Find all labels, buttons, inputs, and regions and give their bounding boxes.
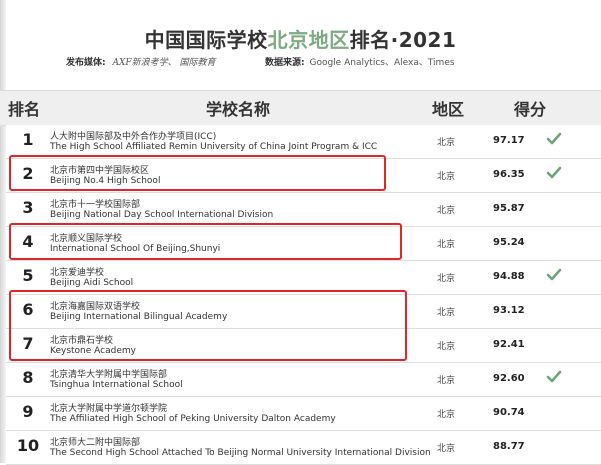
score-cell: 95.87 [493, 203, 525, 214]
highlight-box-rank-2 [9, 155, 386, 191]
title-suffix: 排名·2021 [349, 28, 457, 52]
region-cell: 北京 [437, 410, 456, 420]
school-name-cn: 北京大学附属中学道尔顿学院 [50, 404, 168, 414]
rank-cell: 1 [22, 130, 34, 149]
table-row: 8 北京清华大学附属中学国际部 Tsinghua International S… [6, 363, 601, 397]
rank-cell: 3 [22, 198, 34, 217]
region-cell: 北京 [437, 342, 456, 352]
media-label: 发布媒体: [66, 58, 106, 68]
highlight-box-rank-6-7 [9, 290, 407, 361]
highlight-box-rank-4 [9, 223, 402, 260]
table-row: 1 人大附中国际部及中外合作办学项目(ICC) The High School … [6, 125, 601, 159]
region-cell: 北京 [437, 138, 456, 148]
source-line: 数据来源: Google Analytics、Alexa、Times [265, 55, 455, 68]
checkmark-icon [546, 370, 562, 383]
region-cell: 北京 [437, 376, 456, 386]
school-name-en: The Second High School Attached To Beiji… [50, 448, 431, 458]
region-cell: 北京 [437, 206, 456, 216]
region-cell: 北京 [437, 308, 456, 318]
score-cell: 92.41 [493, 339, 525, 350]
table-row: 9 北京大学附属中学道尔顿学院 The Affiliated High Scho… [6, 397, 601, 431]
region-cell: 北京 [437, 444, 456, 454]
score-cell: 92.60 [493, 373, 525, 384]
rank-cell: 8 [22, 368, 34, 387]
score-cell: 88.77 [493, 441, 525, 452]
score-cell: 95.24 [493, 237, 525, 248]
score-cell: 94.88 [493, 271, 525, 282]
header-score: 得分 [514, 100, 547, 119]
region-cell: 北京 [437, 172, 456, 182]
header-region: 地区 [432, 100, 465, 119]
school-name-cn: 人大附中国际部及中外合作办学项目(ICC) [50, 132, 217, 142]
score-cell: 93.12 [493, 305, 525, 316]
school-name-cn: 北京爱迪学校 [50, 268, 105, 278]
rank-cell: 5 [22, 266, 34, 285]
table-row: 3 北京市十一学校国际部 Beijing National Day School… [6, 193, 601, 227]
title-prefix: 中国国际学校 [144, 28, 268, 52]
table-header: 排名 学校名称 地区 得分 [0, 90, 601, 126]
header-rank: 排名 [8, 100, 41, 119]
media-line: 发布媒体: AXF新浪考学、 国际教育 [66, 55, 216, 68]
checkmark-icon [546, 132, 562, 145]
school-name-en: The High School Affiliated Remin Univers… [50, 142, 378, 152]
score-cell: 97.17 [493, 135, 525, 146]
checkmark-icon [546, 268, 562, 281]
checkmark-icon [546, 166, 562, 179]
region-cell: 北京 [437, 240, 456, 250]
school-name-cn: 北京清华大学附属中学国际部 [50, 370, 168, 380]
score-cell: 90.74 [493, 407, 525, 418]
rank-cell: 10 [16, 436, 40, 455]
source-label: 数据来源: [265, 58, 305, 68]
media-signature: AXF新浪考学、 国际教育 [112, 58, 216, 68]
source-value: Google Analytics、Alexa、Times [309, 58, 455, 68]
school-name-en: Tsinghua International School [50, 380, 183, 390]
score-cell: 96.35 [493, 169, 525, 180]
school-name-en: The Affiliated High School of Peking Uni… [50, 414, 336, 424]
rank-cell: 9 [22, 402, 34, 421]
table-row: 10 北京师大二附中国际部 The Second High School Att… [6, 431, 601, 465]
school-name-cn: 北京市十一学校国际部 [50, 200, 141, 210]
school-name-en: Beijing Aidi School [50, 278, 134, 288]
school-name-en: Beijing National Day School Internationa… [50, 210, 274, 220]
region-cell: 北京 [437, 274, 456, 284]
header-school: 学校名称 [206, 100, 271, 119]
page-title: 中国国际学校北京地区排名·2021 [0, 24, 601, 53]
school-name-cn: 北京师大二附中国际部 [50, 438, 141, 448]
title-highlight: 北京地区 [267, 28, 350, 52]
